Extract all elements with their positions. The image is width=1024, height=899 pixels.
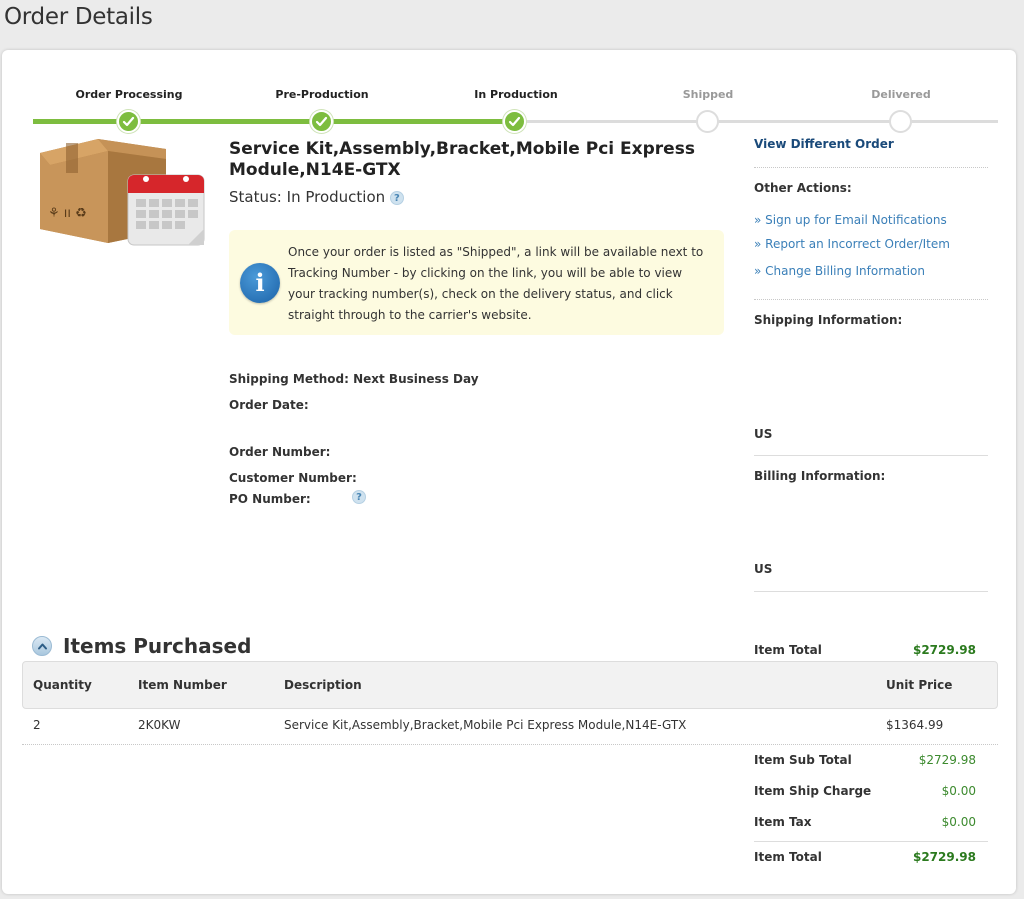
- divider: [754, 167, 988, 168]
- step-pending-icon: [889, 110, 912, 133]
- totals-divider: [754, 841, 988, 842]
- column-header-quantity: Quantity: [33, 678, 92, 692]
- order-date-label: Order Date:: [229, 398, 309, 412]
- cell-unit-price: $1364.99: [886, 718, 944, 732]
- help-icon[interactable]: ?: [389, 190, 404, 205]
- billing-information-label: Billing Information:: [754, 469, 886, 483]
- tax-value: $0.00: [941, 815, 976, 829]
- customer-number-label: Customer Number:: [229, 471, 357, 485]
- view-different-order-link[interactable]: View Different Order: [754, 137, 894, 151]
- grand-total-label: Item Total: [754, 850, 822, 864]
- tax-label: Item Tax: [754, 815, 812, 829]
- checkmark-icon: [122, 116, 135, 127]
- shipping-method-label: Shipping Method:: [229, 372, 349, 386]
- items-purchased-title: Items Purchased: [63, 634, 252, 658]
- collapse-section-icon[interactable]: [32, 636, 52, 656]
- shipping-information-label: Shipping Information:: [754, 313, 903, 327]
- report-incorrect-order-link[interactable]: » Report an Incorrect Order/Item: [754, 237, 950, 251]
- step-complete-icon: [310, 110, 333, 133]
- status-value: In Production: [286, 188, 386, 206]
- step-complete-icon: [117, 110, 140, 133]
- status-label: Status:: [229, 188, 282, 206]
- ship-charge-label: Item Ship Charge: [754, 784, 872, 798]
- other-actions-label: Other Actions:: [754, 181, 852, 195]
- shipping-country: US: [754, 427, 773, 441]
- svg-text:⚘ ıı ♻: ⚘ ıı ♻: [48, 206, 87, 221]
- po-number-label: PO Number:: [229, 492, 311, 506]
- sub-total-label: Item Sub Total: [754, 753, 852, 767]
- step-label-pre-production: Pre-Production: [275, 88, 369, 101]
- ship-charge-value: $0.00: [941, 784, 976, 798]
- billing-country: US: [754, 562, 773, 576]
- shipping-method: Shipping Method: Next Business Day: [229, 372, 479, 386]
- order-number-label: Order Number:: [229, 445, 331, 459]
- page-title: Order Details: [4, 4, 153, 30]
- step-label-in-production: In Production: [474, 88, 558, 101]
- column-header-description: Description: [284, 678, 362, 692]
- tracking-info-text: Once your order is listed as "Shipped", …: [288, 245, 704, 322]
- shipping-method-value: Next Business Day: [353, 372, 479, 386]
- change-billing-link[interactable]: » Change Billing Information: [754, 264, 925, 278]
- table-row-divider: [22, 744, 998, 745]
- item-total-value: $2729.98: [912, 643, 976, 657]
- column-header-item-number: Item Number: [138, 678, 227, 692]
- chevron-up-icon: [38, 643, 47, 650]
- package-calendar-icon: ⚘ ıı ♻: [40, 139, 205, 246]
- divider: [754, 299, 988, 300]
- item-total-label: Item Total: [754, 643, 822, 657]
- step-complete-icon: [503, 110, 526, 133]
- divider: [754, 591, 988, 592]
- step-label-delivered: Delivered: [871, 88, 931, 101]
- cell-description: Service Kit,Assembly,Bracket,Mobile Pci …: [284, 718, 687, 732]
- column-header-unit-price: Unit Price: [886, 678, 953, 692]
- product-title: Service Kit,Assembly,Bracket,Mobile Pci …: [229, 139, 695, 180]
- grand-total-value: $2729.98: [912, 850, 976, 864]
- info-icon: i: [240, 263, 280, 303]
- checkmark-icon: [508, 116, 521, 127]
- sub-total-value: $2729.98: [918, 753, 976, 767]
- order-status: Status: In Production ?: [229, 188, 404, 206]
- step-label-order-processing: Order Processing: [75, 88, 183, 101]
- cell-item-number: 2K0KW: [138, 718, 181, 732]
- email-notifications-link[interactable]: » Sign up for Email Notifications: [754, 213, 947, 227]
- cell-quantity: 2: [33, 718, 41, 732]
- checkmark-icon: [315, 116, 328, 127]
- step-pending-icon: [696, 110, 719, 133]
- step-label-shipped: Shipped: [682, 88, 734, 101]
- po-help-icon[interactable]: ?: [352, 490, 366, 504]
- divider: [754, 455, 988, 456]
- progress-track-fill: [33, 119, 515, 124]
